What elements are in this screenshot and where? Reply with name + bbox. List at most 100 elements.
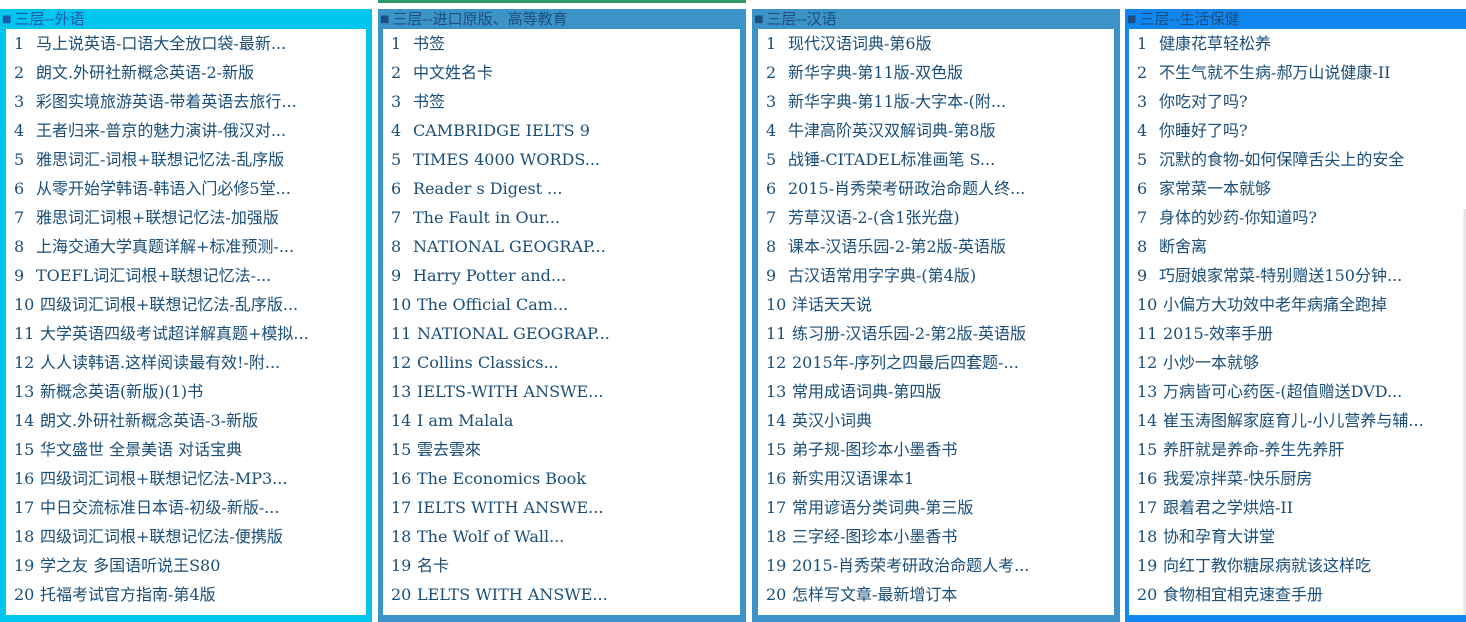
book-title-link[interactable]: 大学英语四级考试超详解真题+模拟... [40, 324, 309, 343]
book-title-link[interactable]: 家常菜一本就够 [1159, 179, 1271, 198]
book-title-link[interactable]: Reader s Digest ... [413, 179, 562, 198]
list-item: 13 IELTS-WITH ANSWE... [383, 377, 740, 406]
book-title-link[interactable]: 身体的妙药-你知道吗? [1159, 208, 1317, 227]
book-title-link[interactable]: 新实用汉语课本1 [792, 469, 914, 488]
book-title-link[interactable]: 不生气就不生病-郝万山说健康-II [1159, 63, 1390, 82]
book-title-link[interactable]: 华文盛世 全景美语 对话宝典 [40, 440, 242, 459]
book-title-link[interactable]: 弟子规-图珍本小墨香书 [792, 440, 957, 459]
book-title-link[interactable]: 古汉语常用字字典-(第4版) [788, 266, 976, 285]
book-title-link[interactable]: 常用谚语分类词典-第三版 [792, 498, 973, 517]
book-title-link[interactable]: 小炒一本就够 [1163, 353, 1259, 372]
list-item: 1 现代汉语词典-第6版 [758, 29, 1114, 58]
book-title-link[interactable]: 2015-肖秀荣考研政治命题人终... [788, 179, 1025, 198]
list-item: 4 CAMBRIDGE IELTS 9 [383, 116, 740, 145]
panel-top-accent-bar [378, 0, 746, 3]
book-title-link[interactable]: Harry Potter and... [413, 266, 566, 285]
book-title-link[interactable]: 怎样写文章-最新增订本 [792, 585, 957, 604]
rank-number: 10 [391, 295, 412, 314]
book-title-link[interactable]: 名卡 [417, 556, 449, 575]
list-item: 5 TIMES 4000 WORDS... [383, 145, 740, 174]
book-title-link[interactable]: 新概念英语(新版)(1)书 [40, 382, 203, 401]
book-title-link[interactable]: 断舍离 [1159, 237, 1207, 256]
book-title-link[interactable]: 书签 [413, 34, 445, 53]
rank-number: 14 [1137, 411, 1158, 430]
book-title-link[interactable]: The Economics Book [417, 469, 586, 488]
book-title-link[interactable]: 小偏方大功效中老年病痛全跑掉 [1163, 295, 1387, 314]
book-title-link[interactable]: 你睡好了吗? [1159, 121, 1248, 140]
book-title-link[interactable]: 马上说英语-口语大全放口袋-最新... [36, 34, 286, 53]
book-title-link[interactable]: 人人读韩语.这样阅读最有效!-附... [40, 353, 280, 372]
list-item: 20 托福考试官方指南-第4版 [6, 580, 366, 609]
book-title-link[interactable]: IELTS WITH ANSWE... [417, 498, 603, 517]
book-title-link[interactable]: 2015-效率手册 [1163, 324, 1273, 343]
book-title-link[interactable]: NATIONAL GEOGRAP... [413, 237, 606, 256]
book-title-link[interactable]: 新华字典-第11版-双色版 [788, 63, 963, 82]
book-title-link[interactable]: 万病皆可心药医-(超值赠送DVD... [1163, 382, 1402, 401]
book-title-link[interactable]: 彩图实境旅游英语-带着英语去旅行... [36, 92, 297, 111]
list-item: 2 朗文.外研社新概念英语-2-新版 [6, 58, 366, 87]
book-title-link[interactable]: 雲去雲來 [417, 440, 481, 459]
book-title-link[interactable]: 中日交流标准日本语-初级-新版-... [40, 498, 279, 517]
book-title-link[interactable]: 芳草汉语-2-(含1张光盘) [788, 208, 960, 227]
book-title-link[interactable]: 巧厨娘家常菜-特别赠送150分钟... [1159, 266, 1402, 285]
book-title-link[interactable]: 课本-汉语乐园-2-第2版-英语版 [788, 237, 1006, 256]
book-title-link[interactable]: 战锤-CITADEL标准画笔 S... [788, 150, 995, 169]
bullet-icon: ■ [2, 14, 12, 25]
book-title-link[interactable]: 书签 [413, 92, 445, 111]
book-title-link[interactable]: 健康花草轻松养 [1159, 34, 1271, 53]
book-title-link[interactable]: 沉默的食物-如何保障舌尖上的安全 [1159, 150, 1404, 169]
book-title-link[interactable]: 向红丁教你糖尿病就该这样吃 [1163, 556, 1371, 575]
list-item: 16 我爱凉拌菜-快乐厨房 [1129, 464, 1466, 493]
book-title-link[interactable]: TOEFL词汇词根+联想记忆法-... [36, 266, 271, 285]
book-title-link[interactable]: 2015-肖秀荣考研政治命题人考... [792, 556, 1029, 575]
book-title-link[interactable]: IELTS-WITH ANSWE... [417, 382, 603, 401]
book-title-link[interactable]: 跟着君之学烘焙-II [1163, 498, 1293, 517]
book-title-link[interactable]: 协和孕育大讲堂 [1163, 527, 1275, 546]
list-item: 9 Harry Potter and... [383, 261, 740, 290]
book-title-link[interactable]: 常用成语词典-第四版 [792, 382, 941, 401]
book-title-link[interactable]: 牛津高阶英汉双解词典-第8版 [788, 121, 996, 140]
book-title-link[interactable]: The Wolf of Wall... [417, 527, 564, 546]
scroll-edge-shadow [1462, 209, 1466, 615]
book-title-link[interactable]: 四级词汇词根+联想记忆法-乱序版... [40, 295, 298, 314]
book-title-link[interactable]: 四级词汇词根+联想记忆法-MP3... [40, 469, 287, 488]
book-title-link[interactable]: I am Malala [417, 411, 513, 430]
book-title-link[interactable]: 学之友 多国语听说王S80 [40, 556, 220, 575]
book-title-link[interactable]: 新华字典-第11版-大字本-(附... [788, 92, 1006, 111]
book-title-link[interactable]: 中文姓名卡 [413, 63, 493, 82]
book-title-link[interactable]: 食物相宜相克速查手册 [1163, 585, 1323, 604]
list-item: 4 牛津高阶英汉双解词典-第8版 [758, 116, 1114, 145]
book-title-link[interactable]: The Fault in Our... [413, 208, 560, 227]
book-title-link[interactable]: 我爱凉拌菜-快乐厨房 [1163, 469, 1312, 488]
book-title-link[interactable]: 练习册-汉语乐园-2-第2版-英语版 [792, 324, 1026, 343]
book-title-link[interactable]: 四级词汇词根+联想记忆法-便携版 [40, 527, 283, 546]
book-title-link[interactable]: 现代汉语词典-第6版 [788, 34, 932, 53]
book-title-link[interactable]: TIMES 4000 WORDS... [413, 150, 600, 169]
book-title-link[interactable]: 朗文.外研社新概念英语-2-新版 [36, 63, 254, 82]
book-title-link[interactable]: 洋话天天说 [792, 295, 872, 314]
book-title-link[interactable]: 朗文.外研社新概念英语-3-新版 [40, 411, 258, 430]
book-title-link[interactable]: 崔玉涛图解家庭育儿-小儿营养与辅... [1163, 411, 1424, 430]
book-title-link[interactable]: 托福考试官方指南-第4版 [40, 585, 216, 604]
list-item: 8 上海交通大学真题详解+标准预测-... [6, 232, 366, 261]
rank-number: 19 [766, 556, 787, 575]
list-item: 11 练习册-汉语乐园-2-第2版-英语版 [758, 319, 1114, 348]
book-title-link[interactable]: 养肝就是养命-养生先养肝 [1163, 440, 1344, 459]
book-title-link[interactable]: 雅思词汇词根+联想记忆法-加强版 [36, 208, 279, 227]
book-title-link[interactable]: CAMBRIDGE IELTS 9 [413, 121, 590, 140]
book-title-link[interactable]: 王者归来-普京的魅力演讲-俄汉对... [36, 121, 286, 140]
book-title-link[interactable]: 三字经-图珍本小墨香书 [792, 527, 957, 546]
book-title-link[interactable]: 上海交通大学真题详解+标准预测-... [36, 237, 294, 256]
book-title-link[interactable]: 英汉小词典 [792, 411, 872, 430]
list-item: 20 LELTS WITH ANSWE... [383, 580, 740, 609]
book-title-link[interactable]: 2015年-序列之四最后四套题-... [792, 353, 1019, 372]
rank-number: 9 [766, 266, 777, 285]
list-item: 6 Reader s Digest ... [383, 174, 740, 203]
book-title-link[interactable]: LELTS WITH ANSWE... [417, 585, 608, 604]
book-title-link[interactable]: Collins Classics... [417, 353, 559, 372]
book-title-link[interactable]: The Official Cam... [417, 295, 568, 314]
book-title-link[interactable]: 你吃对了吗? [1159, 92, 1248, 111]
book-title-link[interactable]: 从零开始学韩语-韩语入门必修5堂... [36, 179, 291, 198]
book-title-link[interactable]: 雅思词汇-词根+联想记忆法-乱序版 [36, 150, 284, 169]
book-title-link[interactable]: NATIONAL GEOGRAP... [417, 324, 610, 343]
